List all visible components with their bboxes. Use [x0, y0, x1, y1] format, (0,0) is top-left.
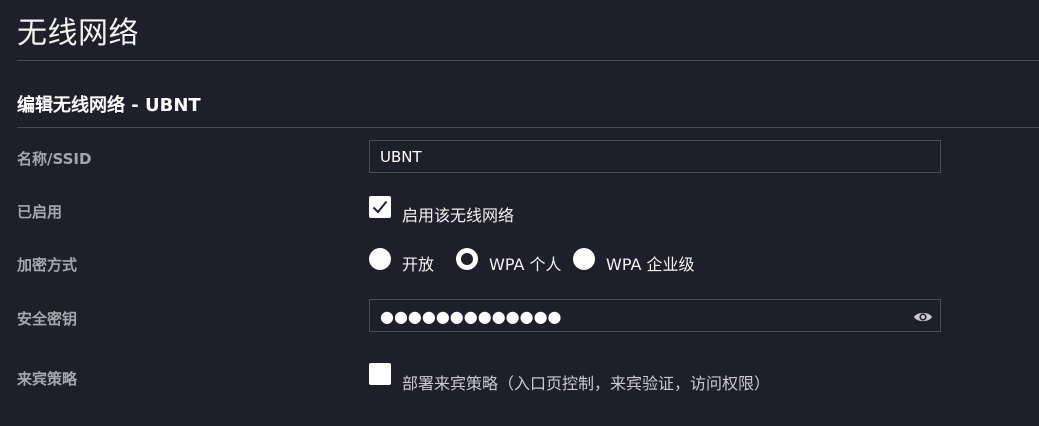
section-title: 编辑无线网络 - UBNT	[17, 95, 201, 116]
enabled-label: 已启用	[17, 203, 63, 221]
radio-wpa-personal-label[interactable]: WPA 个人	[489, 251, 561, 275]
eye-icon[interactable]	[913, 309, 933, 325]
radio-open[interactable]	[369, 248, 391, 270]
guest-policy-checkbox[interactable]	[369, 363, 391, 385]
radio-wpa-personal[interactable]	[456, 248, 478, 270]
title-divider	[17, 60, 1039, 61]
checkmark-icon	[372, 200, 388, 214]
security-key-label: 安全密钥	[17, 310, 78, 328]
guest-policy-checkbox-label[interactable]: 部署来宾策略（入口页控制，来宾验证，访问权限）	[402, 370, 770, 394]
security-key-value: ●●●●●●●●●●●●●	[380, 307, 562, 326]
radio-wpa-enterprise[interactable]	[573, 248, 595, 270]
radio-wpa-enterprise-label[interactable]: WPA 企业级	[606, 251, 694, 275]
enabled-checkbox-label[interactable]: 启用该无线网络	[402, 202, 514, 226]
ssid-label: 名称/SSID	[17, 150, 92, 168]
ssid-input[interactable]	[369, 140, 941, 173]
enabled-checkbox[interactable]	[369, 196, 391, 218]
guest-policy-label: 来宾策略	[17, 370, 78, 388]
encryption-label: 加密方式	[17, 256, 78, 274]
radio-open-label[interactable]: 开放	[402, 251, 434, 275]
page-title: 无线网络	[17, 16, 139, 51]
section-divider	[17, 127, 1039, 128]
